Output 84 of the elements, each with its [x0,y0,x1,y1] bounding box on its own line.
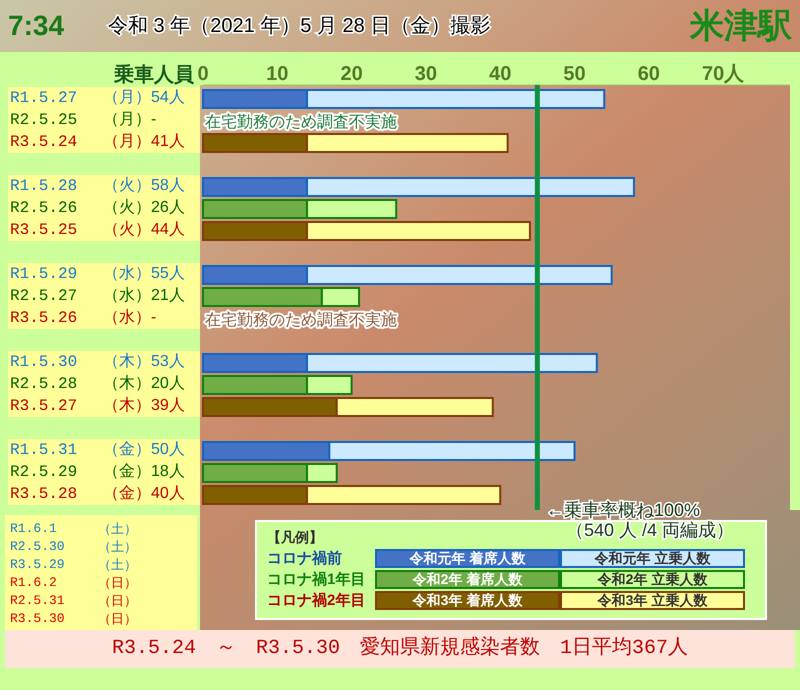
legend-label: コロナ禍2年目 [267,592,366,608]
legend-swatch: 令和2年 立乗人数 [560,570,745,588]
date-label: R2.5.28 [9,376,78,392]
weekday-label: （土） [98,522,137,534]
weekday-label: （火） [103,178,151,194]
legend-label: コロナ禍1年目 [267,572,366,586]
footer-note: R3.5.24 ～ R3.5.30 愛知県新規感染者数 1日平均367人 [112,635,688,662]
passenger-count: 54人 [151,90,185,106]
passenger-count: 41人 [151,134,185,150]
weekday-label: （日） [98,594,137,606]
passenger-count: 44人 [151,222,185,238]
tick-label: 30 [414,63,438,85]
weekday-label: （水） [103,288,151,304]
passenger-count: 40人 [151,486,185,502]
photo-date-caption: 令和 3 年（2021 年）5 月 28 日（金）撮影 [108,16,490,36]
weekday-label: （金） [103,486,151,502]
passenger-count: 58人 [151,178,185,194]
weekday-label: （木） [103,398,151,414]
date-label: R1.5.31 [9,442,78,458]
passenger-count: - [151,112,156,128]
weekday-label: （水） [103,266,151,282]
tick-label: 60 [638,63,660,85]
weekday-label: （土） [98,558,137,570]
passenger-count: 39人 [151,398,185,414]
capacity-note: （540 人 /4 両編成） [565,520,734,540]
date-label: R1.5.30 [9,354,78,370]
legend-swatch: 令和3年 立乗人数 [560,590,745,610]
survey-note: 在宅勤務のため調査不実施 [205,312,397,329]
date-label: R1.5.27 [9,90,78,106]
date-label: R3.5.24 [9,134,78,150]
capacity-note: ←乗車率概ね100% [546,500,702,520]
weekday-label: （水） [103,310,151,326]
tick-label: 40 [489,63,512,85]
date-label: R2.5.31 [10,594,66,606]
tick-label: 50 [563,63,586,85]
weekday-label: （木） [103,376,151,392]
weekday-label: （日） [98,612,137,624]
weekday-label: （金） [103,464,151,480]
legend-swatch: 令和3年 着席人数 [375,590,560,610]
weekday-label: （日） [98,576,137,588]
date-label: R2.5.26 [9,200,78,216]
station-name: 米津駅 [690,9,792,43]
weekday-label: （木） [103,354,151,370]
date-label: R2.5.30 [10,540,66,552]
passenger-count: 53人 [151,354,185,370]
tick-label: 20 [340,63,363,85]
weekday-label: （月） [103,112,151,128]
date-label: R2.5.27 [9,288,78,304]
weekday-label: （月） [103,90,151,106]
tick-label: 0 [197,63,209,85]
weekday-label: （火） [103,222,151,238]
passenger-count: 26人 [151,200,185,216]
date-label: R3.5.25 [9,222,78,238]
legend-label: コロナ禍前 [267,550,343,566]
passenger-count: 50人 [151,442,185,458]
date-label: R2.5.25 [9,112,78,128]
date-label: R1.6.2 [10,576,58,588]
tick-label: 70人 [702,63,744,85]
legend-swatch: 令和元年 着席人数 [375,548,560,568]
legend-title: 【凡例】 [267,528,323,547]
date-label: R3.5.27 [9,398,78,414]
date-label: R3.5.29 [10,558,66,570]
weekday-label: （金） [103,442,151,458]
axis-title: 乗車人員 [114,65,194,85]
date-label: R3.5.28 [9,486,78,502]
passenger-count: - [151,310,156,326]
passenger-count: 21人 [151,288,185,304]
passenger-count: 55人 [151,266,185,282]
date-label: R3.5.26 [9,310,78,326]
weekday-label: （火） [103,200,151,216]
time-label: 7:34 [8,12,66,40]
date-label: R2.5.29 [9,464,78,480]
legend-swatch: 令和2年 着席人数 [375,570,560,588]
date-label: R1.5.28 [9,178,78,194]
survey-note: 在宅勤務のため調査不実施 [205,114,397,131]
weekday-label: （土） [98,540,137,552]
date-label: R1.5.29 [9,266,78,282]
legend-swatch: 令和元年 立乗人数 [560,548,745,568]
date-label: R3.5.30 [10,612,66,624]
date-label: R1.6.1 [10,522,58,534]
passenger-count: 20人 [151,376,185,392]
weekday-label: （月） [103,134,151,150]
tick-label: 10 [266,63,288,85]
passenger-count: 18人 [151,464,185,480]
